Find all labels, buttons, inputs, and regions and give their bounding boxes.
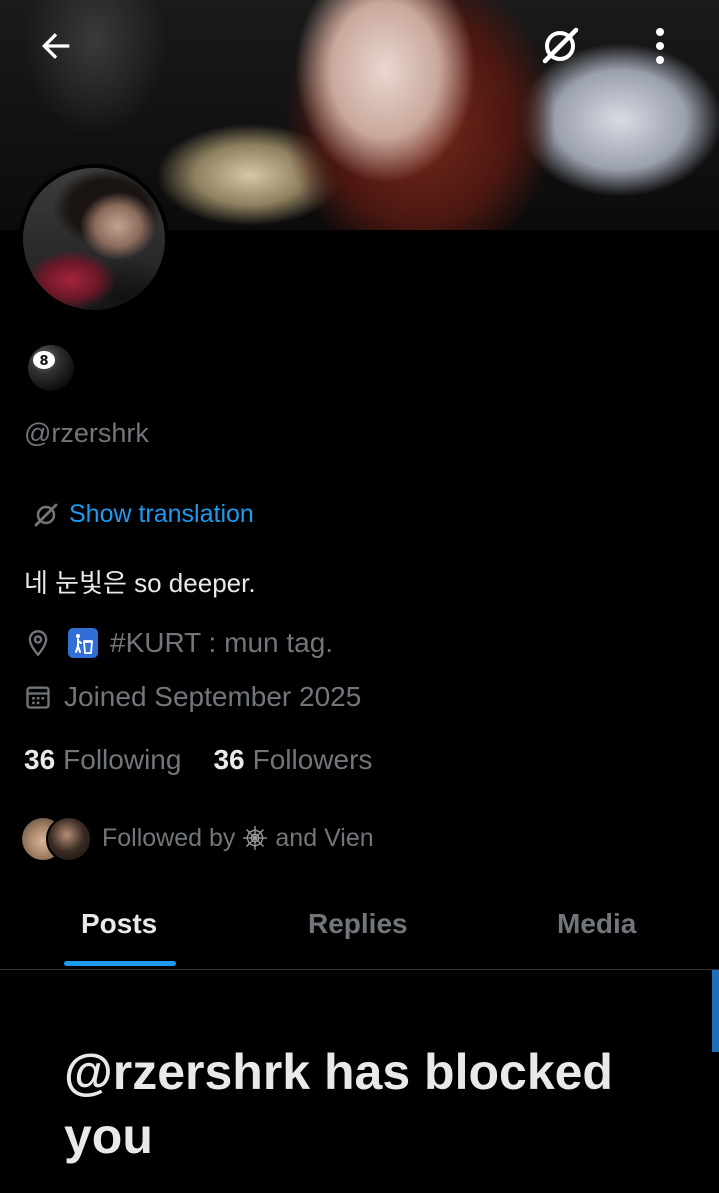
followed-by-avatars bbox=[20, 812, 96, 864]
follower-avatar bbox=[46, 816, 92, 862]
followers-label: Followers bbox=[252, 744, 373, 775]
profile-bio: 네 눈빛은 so deeper. bbox=[24, 568, 256, 598]
follow-stats: 36 Following 36 Followers bbox=[24, 744, 404, 776]
profile-name-emoji: 8 bbox=[26, 343, 76, 393]
back-button[interactable] bbox=[34, 24, 78, 68]
blocked-message: @rzershrk has blocked you bbox=[64, 1044, 613, 1164]
followed-by-text: Followed by and Vien bbox=[102, 824, 374, 853]
8-ball-icon: 8 bbox=[28, 345, 74, 391]
back-arrow-icon bbox=[42, 33, 70, 59]
location-text: #KURT : mun tag. bbox=[110, 627, 334, 658]
tab-replies[interactable]: Replies bbox=[308, 908, 408, 940]
followers-link[interactable]: 36 Followers bbox=[213, 744, 372, 776]
profile-joined: Joined September 2025 bbox=[24, 681, 361, 713]
grok-button[interactable] bbox=[538, 24, 582, 68]
litter-in-bin-icon bbox=[68, 628, 98, 658]
active-tab-indicator bbox=[64, 961, 176, 966]
svg-text:8: 8 bbox=[39, 354, 48, 369]
following-link[interactable]: 36 Following bbox=[24, 744, 181, 776]
profile-tabs: Posts Replies Media bbox=[0, 886, 719, 970]
location-pin-icon bbox=[28, 630, 48, 657]
tab-media[interactable]: Media bbox=[557, 908, 636, 940]
spider-web-icon bbox=[243, 826, 268, 850]
show-translation-link[interactable]: Show translation bbox=[33, 500, 254, 529]
grok-icon bbox=[542, 27, 579, 64]
followed-by[interactable]: Followed by and Vien bbox=[20, 812, 374, 864]
more-options-button[interactable] bbox=[638, 24, 682, 68]
followed-by-suffix: and Vien bbox=[275, 823, 374, 852]
tab-posts[interactable]: Posts bbox=[81, 908, 157, 940]
profile-avatar[interactable] bbox=[19, 164, 169, 314]
following-label: Following bbox=[63, 744, 182, 775]
translate-label: Show translation bbox=[69, 500, 254, 528]
profile-handle: @rzershrk bbox=[24, 418, 149, 448]
scrollbar-thumb[interactable] bbox=[712, 970, 719, 1052]
joined-text: Joined September 2025 bbox=[64, 681, 362, 712]
profile-location: #KURT : mun tag. bbox=[24, 627, 333, 659]
followers-count: 36 bbox=[213, 744, 245, 775]
grok-icon bbox=[34, 503, 58, 526]
more-vertical-icon bbox=[656, 28, 664, 64]
followed-by-prefix: Followed by bbox=[102, 823, 236, 852]
following-count: 36 bbox=[24, 744, 56, 775]
calendar-icon bbox=[26, 686, 50, 709]
